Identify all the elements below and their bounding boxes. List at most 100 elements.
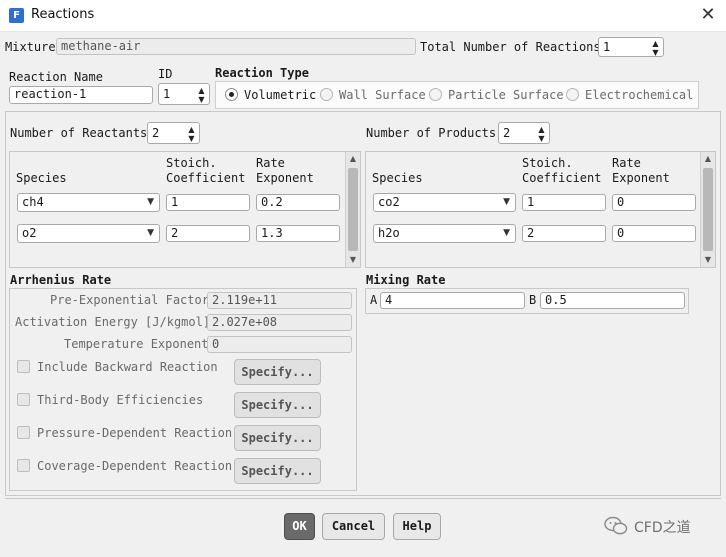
radio-wall-surface-label: Wall Surface (339, 88, 426, 102)
reaction-type-title: Reaction Type (215, 66, 309, 80)
reaction-id-value: 1 (163, 87, 171, 101)
scroll-up-icon[interactable]: ▲ (701, 152, 715, 166)
include-backward-label: Include Backward Reaction (37, 360, 218, 374)
reaction-id-spinner[interactable]: 1 ▲ ▼ (158, 83, 210, 105)
mixing-a-input[interactable]: 4 (380, 292, 525, 309)
fluent-app-icon: F (9, 8, 24, 23)
radio-volumetric-label: Volumetric (244, 88, 317, 102)
reactants-rate-header: Rate (256, 156, 285, 170)
button-separator (5, 498, 721, 499)
third-body-checkbox[interactable] (17, 393, 30, 406)
pressure-dependent-label: Pressure-Dependent Reaction (37, 426, 233, 440)
ok-button[interactable]: OK (284, 513, 315, 540)
reactant-exponent-input[interactable]: 0.2 (256, 194, 340, 211)
reactant-coefficient-input[interactable]: 2 (166, 225, 250, 242)
reaction-name-input[interactable]: reaction-1 (9, 86, 153, 104)
reactants-coefficient-header: Coefficient (166, 171, 246, 185)
products-count-spinner[interactable]: 2 ▲ ▼ (498, 122, 550, 144)
specify-pressure-button[interactable]: Specify... (234, 425, 321, 451)
products-table: Species Stoich. Coefficient Rate Exponen… (365, 151, 716, 268)
reactant-species-value: o2 (22, 226, 37, 240)
products-count-label: Number of Products (366, 126, 497, 140)
product-species-value: co2 (378, 195, 400, 209)
watermark-text: CFD之道 (634, 520, 691, 536)
help-button[interactable]: Help (393, 513, 441, 540)
radio-electrochemical[interactable] (566, 88, 579, 101)
specify-coverage-button[interactable]: Specify... (234, 458, 321, 484)
reactant-species-value: ch4 (22, 195, 44, 209)
product-coefficient-input[interactable]: 2 (522, 225, 606, 242)
reactant-species-select[interactable]: ch4 ▼ (17, 193, 160, 212)
mixing-a-label: A (370, 293, 378, 307)
mixture-label: Mixture (5, 40, 56, 54)
total-reactions-value: 1 (603, 40, 611, 54)
total-reactions-label: Total Number of Reactions (420, 40, 601, 54)
reactants-count-spinner[interactable]: 2 ▲ ▼ (147, 122, 200, 144)
third-body-label: Third-Body Efficiencies (37, 393, 204, 407)
dialog-body: Mixture methane-air Total Number of Reac… (0, 32, 726, 557)
scroll-thumb[interactable] (348, 168, 358, 251)
chevron-down-icon: ▼ (147, 197, 154, 207)
product-species-select[interactable]: h2o ▼ (373, 224, 516, 243)
product-exponent-input[interactable]: 0 (612, 194, 696, 211)
reaction-name-label: Reaction Name (9, 70, 103, 84)
products-scrollbar[interactable]: ▲ ▼ (700, 152, 715, 267)
arrhenius-title: Arrhenius Rate (10, 273, 112, 287)
reactants-count-value: 2 (152, 126, 160, 140)
products-exponent-header: Exponent (612, 171, 670, 185)
products-coefficient-header: Coefficient (522, 171, 602, 185)
spinner-arrows-icon[interactable]: ▲ ▼ (196, 86, 207, 104)
spinner-arrows-icon[interactable]: ▲ ▼ (536, 125, 547, 143)
specify-backward-button[interactable]: Specify... (234, 359, 321, 385)
products-species-header: Species (372, 171, 423, 185)
reactants-exponent-header: Exponent (256, 171, 314, 185)
chevron-down-icon: ▼ (503, 197, 510, 207)
product-coefficient-input[interactable]: 1 (522, 194, 606, 211)
scroll-up-icon[interactable]: ▲ (346, 152, 360, 166)
coverage-dependent-label: Coverage-Dependent Reaction (37, 459, 233, 473)
spinner-arrows-icon[interactable]: ▲ ▼ (650, 39, 661, 56)
pre-exponential-field: 2.119e+11 (207, 292, 352, 309)
scroll-down-icon[interactable]: ▼ (701, 253, 715, 267)
radio-particle-surface-label: Particle Surface (448, 88, 564, 102)
radio-wall-surface[interactable] (320, 88, 333, 101)
reactants-species-header: Species (16, 171, 67, 185)
reactants-scrollbar[interactable]: ▲ ▼ (345, 152, 360, 267)
radio-electrochemical-label: Electrochemical (585, 88, 694, 102)
mixing-b-input[interactable]: 0.5 (540, 292, 685, 309)
chevron-down-icon: ▼ (503, 228, 510, 238)
reactants-stoich-header: Stoich. (166, 156, 217, 170)
radio-volumetric[interactable] (225, 88, 238, 101)
radio-particle-surface[interactable] (429, 88, 442, 101)
title-bar: F Reactions ✕ (0, 0, 726, 32)
reactant-species-select[interactable]: o2 ▼ (17, 224, 160, 243)
scroll-down-icon[interactable]: ▼ (346, 253, 360, 267)
coverage-dependent-checkbox[interactable] (17, 459, 30, 472)
wechat-icon (604, 516, 628, 535)
chevron-down-icon: ▼ (147, 228, 154, 238)
cancel-button[interactable]: Cancel (322, 513, 385, 540)
activation-energy-label: Activation Energy [J/kgmol] (15, 315, 211, 329)
product-species-select[interactable]: co2 ▼ (373, 193, 516, 212)
temperature-exponent-field: 0 (207, 336, 352, 353)
mixing-b-label: B (529, 293, 537, 307)
reactant-exponent-input[interactable]: 1.3 (256, 225, 340, 242)
pressure-dependent-checkbox[interactable] (17, 426, 30, 439)
temperature-exponent-label: Temperature Exponent (64, 337, 209, 351)
spinner-arrows-icon[interactable]: ▲ ▼ (186, 125, 197, 143)
activation-energy-field: 2.027e+08 (207, 314, 352, 331)
scroll-thumb[interactable] (703, 168, 713, 251)
products-count-value: 2 (503, 126, 511, 140)
specify-third-body-button[interactable]: Specify... (234, 392, 321, 418)
reactant-coefficient-input[interactable]: 1 (166, 194, 250, 211)
include-backward-checkbox[interactable] (17, 360, 30, 373)
mixture-field: methane-air (56, 38, 416, 55)
pre-exponential-label: Pre-Exponential Factor (50, 293, 209, 307)
mixing-rate-title: Mixing Rate (366, 273, 446, 287)
watermark: CFD之道 (604, 516, 691, 539)
products-stoich-header: Stoich. (522, 156, 573, 170)
total-reactions-spinner[interactable]: 1 ▲ ▼ (598, 37, 664, 57)
close-icon[interactable]: ✕ (694, 2, 722, 28)
reactants-count-label: Number of Reactants (10, 126, 148, 140)
product-exponent-input[interactable]: 0 (612, 225, 696, 242)
